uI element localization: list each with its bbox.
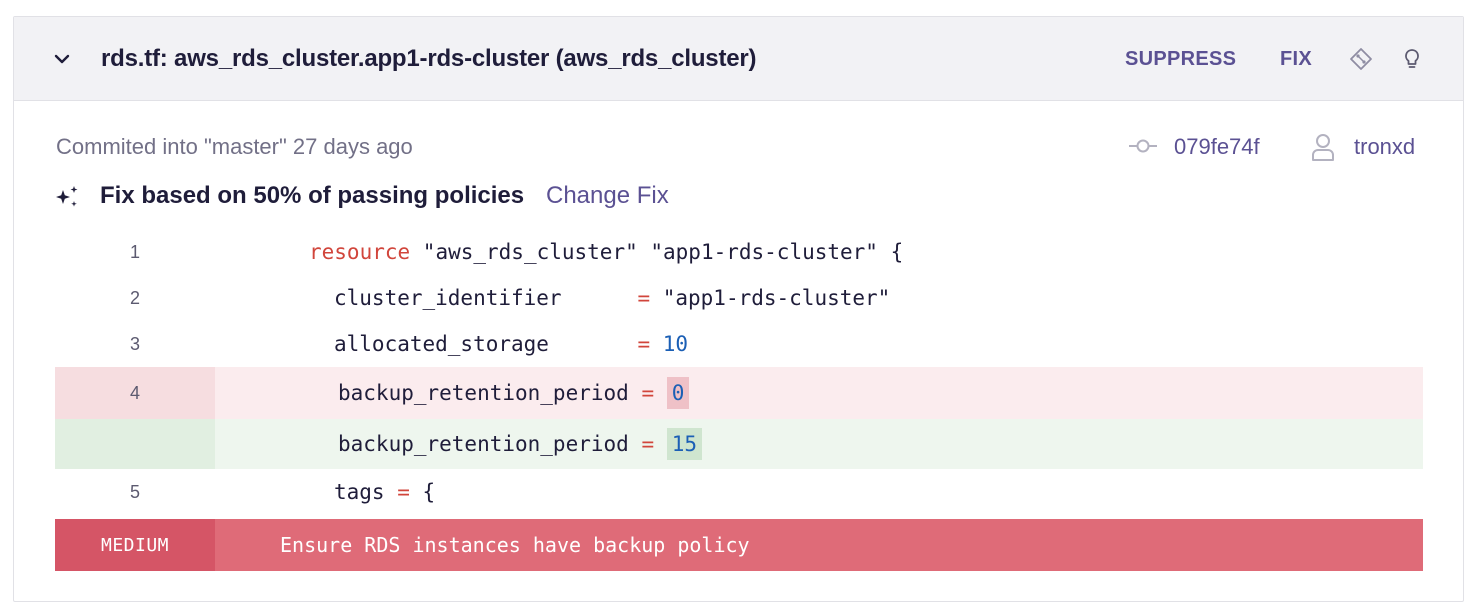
commit-icon [1129,139,1157,153]
commit-hash-link[interactable]: 079fe74f [1174,134,1260,160]
line-number: 5 [129,481,140,502]
code-line: 2 cluster_identifier = "app1-rds-cluster… [55,275,1423,321]
sparkle-icon [56,186,78,207]
code-operator: = [397,480,410,504]
severity-badge: MEDIUM [55,519,215,571]
fix-button[interactable]: FIX [1280,48,1312,71]
code-keyword: resource [309,240,411,264]
added-value: 15 [666,428,703,460]
git-diamond-icon[interactable] [1349,47,1373,71]
removed-value: 0 [666,377,690,409]
code-line-removed: 4 backup_retention_period = 0 [55,367,1423,419]
suppress-button[interactable]: SUPPRESS [1125,48,1236,71]
code-key: backup_retention_period [338,381,642,405]
code-key: backup_retention_period [338,432,642,456]
code-line: 5 tags = { [55,469,1423,515]
commit-author-link[interactable]: tronxd [1354,134,1415,160]
line-number: 4 [55,367,215,419]
user-icon [1312,134,1334,161]
code-text: { [409,480,436,504]
line-number: 2 [129,287,140,308]
code-operator: = [641,432,655,456]
policy-message: Ensure RDS instances have backup policy [280,533,750,557]
code-line: 3 allocated_storage = 10 [55,321,1423,367]
line-number [55,419,215,469]
resource-title: rds.tf: aws_rds_cluster.app1-rds-cluster… [101,45,757,72]
code-key: cluster_identifier [334,286,638,310]
change-fix-link[interactable]: Change Fix [546,182,669,210]
code-line: 1 resource "aws_rds_cluster" "app1-rds-c… [55,229,1423,275]
code-diff: 1 resource "aws_rds_cluster" "app1-rds-c… [55,229,1423,515]
line-number: 1 [129,241,140,262]
code-key: allocated_storage [334,332,638,356]
fix-description: Fix based on 50% of passing policies [100,182,525,209]
code-text: "aws_rds_cluster" "app1-rds-cluster" { [410,240,904,264]
code-operator: = [641,381,655,405]
lightbulb-icon[interactable] [1400,47,1424,71]
code-operator: = [637,286,651,310]
card-header: rds.tf: aws_rds_cluster.app1-rds-cluster… [14,17,1463,101]
code-value: "app1-rds-cluster" [650,286,891,310]
code-value: 10 [662,332,689,356]
code-operator: = [637,332,651,356]
line-number: 3 [129,333,140,354]
chevron-down-icon[interactable] [52,49,72,69]
policy-violation-card: rds.tf: aws_rds_cluster.app1-rds-cluster… [13,16,1464,602]
code-line-added: backup_retention_period = 15 [55,419,1423,469]
policy-violation-bar: MEDIUM Ensure RDS instances have backup … [55,519,1423,571]
code-key: tags [334,480,398,504]
commit-info: Commited into "master" 27 days ago [56,134,413,159]
